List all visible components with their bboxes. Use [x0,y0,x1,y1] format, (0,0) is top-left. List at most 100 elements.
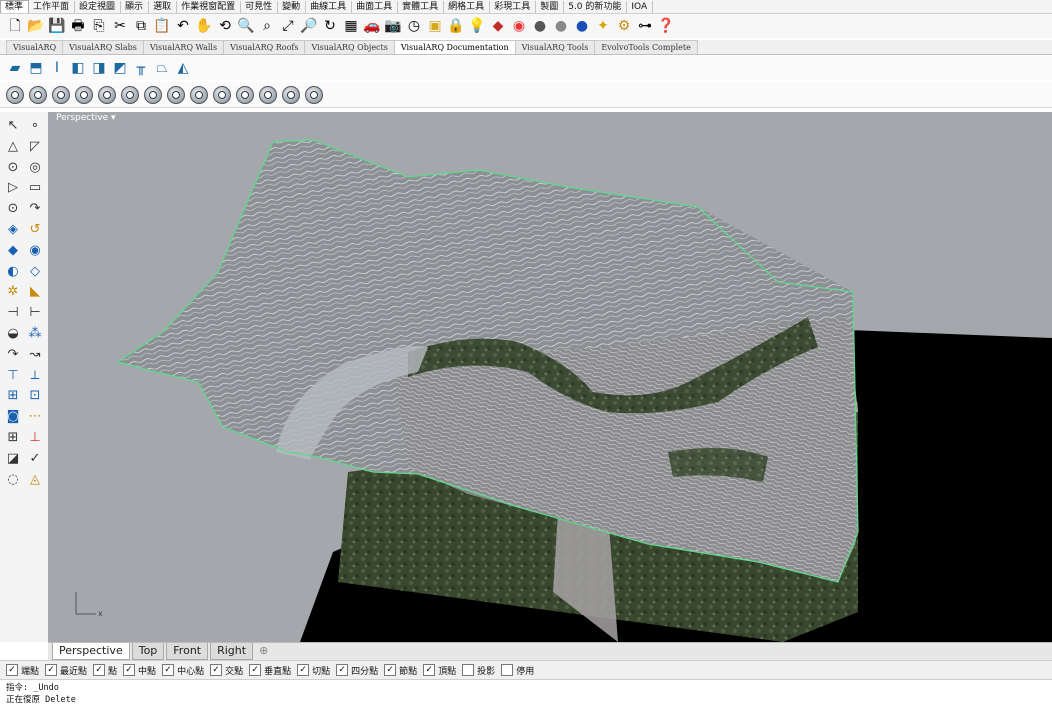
rotate-3d-icon[interactable]: ↻ [321,17,339,35]
osnap-option[interactable]: ✓ 點 [93,664,117,677]
osnap-checkbox[interactable] [501,664,514,676]
osnap-option[interactable]: 投影 [462,664,495,677]
solid-box-icon[interactable]: ◆ [4,242,22,260]
zoom-selected-icon[interactable]: 🔎 [300,17,318,35]
evolvo-tool-icon[interactable] [213,85,231,104]
camera-icon[interactable]: 📷 [384,17,402,35]
osnap-option[interactable]: ✓ 端點 [6,664,39,677]
plugin-tab[interactable]: VisualARQ Documentation [393,40,516,54]
material-icon[interactable]: ◆ [489,17,507,35]
osnap-option[interactable]: ✓ 中心點 [162,664,204,677]
osnap-checkbox[interactable] [462,664,475,676]
zoom-window-icon[interactable]: ⌕ [258,17,276,35]
polygon-icon[interactable]: ▷ [4,179,22,197]
revolve-icon[interactable]: ↺ [26,221,44,239]
menu-item[interactable]: 曲面工具 [352,0,399,13]
terrain-scene[interactable] [48,112,1052,642]
render-icon[interactable]: ◌ [4,471,22,489]
menu-item[interactable]: 網格工具 [444,0,491,13]
clock-icon[interactable]: ◷ [405,17,423,35]
paint-icon[interactable]: ◬ [26,471,44,489]
sphere-icon[interactable]: ◉ [26,242,44,260]
curve-icon[interactable]: ◸ [26,138,44,156]
osnap-option[interactable]: ✓ 節點 [384,664,417,677]
fillet-curve-icon[interactable]: ↷ [26,200,44,218]
dimension-icon[interactable]: ⟂ [26,367,44,385]
osnap-option[interactable]: ✓ 最近點 [45,664,87,677]
extrude-icon[interactable]: ◐ [4,263,22,281]
viewport-title[interactable]: Perspective ▾ [52,112,120,124]
check-icon[interactable]: ✓ [26,450,44,468]
osnap-checkbox[interactable]: ✓ [162,664,175,676]
offset-icon[interactable]: ↷ [4,346,22,364]
circle-icon[interactable]: ⊙ [4,159,22,177]
plugin-tab[interactable]: VisualARQ Roofs [223,40,306,54]
mesh-icon[interactable]: ⊞ [4,387,22,405]
join-icon[interactable]: ⊢ [26,304,44,322]
view-tab[interactable]: Right [210,643,254,660]
align-icon[interactable]: ⊥ [26,429,44,447]
evolvo-tool-icon[interactable] [29,85,47,104]
evolvo-tool-icon[interactable] [6,85,24,104]
menu-item[interactable]: 可見性 [241,0,279,13]
window-icon[interactable]: ◨ [90,59,108,77]
menu-item[interactable]: 顯示 [121,0,150,13]
evolvo-tool-icon[interactable] [282,85,300,104]
polyline-icon[interactable]: △ [4,138,22,156]
osnap-checkbox[interactable]: ✓ [123,664,136,676]
grid-icon[interactable]: ▦ [342,17,360,35]
plugin-tab[interactable]: VisualARQ Walls [142,40,225,54]
osnap-option[interactable]: ✓ 頂點 [423,664,456,677]
arc-icon[interactable]: ⊙ [4,200,22,218]
osnap-checkbox[interactable]: ✓ [423,664,436,676]
menu-item[interactable]: 曲線工具 [306,0,353,13]
osnap-option[interactable]: ✓ 四分點 [336,664,378,677]
trim-icon[interactable]: ◣ [26,283,44,301]
text-icon[interactable]: ⊤ [4,367,22,385]
evolvo-tool-icon[interactable] [259,85,277,104]
view-tab[interactable]: Top [131,643,165,660]
menu-item[interactable]: 設定視圖 [75,0,122,13]
menu-item[interactable]: 實體工具 [398,0,445,13]
evolvo-tool-icon[interactable] [305,85,323,104]
osnap-checkbox[interactable]: ✓ [210,664,223,676]
menu-item[interactable]: 選取 [149,0,178,13]
osnap-checkbox[interactable]: ✓ [45,664,58,676]
osnap-option[interactable]: ✓ 中點 [123,664,156,677]
osnap-checkbox[interactable]: ✓ [249,664,262,676]
copy-icon[interactable]: ⧉ [132,17,150,35]
menu-item[interactable]: 工作平面 [29,0,76,13]
rotate-view-icon[interactable]: ⟲ [216,17,234,35]
stair-icon[interactable]: ◩ [111,59,129,77]
wall-icon[interactable]: ▰ [6,59,24,77]
gears-icon[interactable]: ⚙ [615,17,633,35]
plugin-tab[interactable]: VisualARQ Slabs [62,40,144,54]
split-icon[interactable]: ⊣ [4,304,22,322]
plugin-tab[interactable]: VisualARQ [6,40,64,54]
menu-item[interactable]: 作業視窗配置 [177,0,242,13]
boolean-icon[interactable]: ◒ [4,325,22,343]
view-tab[interactable]: Front [166,643,209,660]
help-icon[interactable]: ❓ [657,17,675,35]
door-icon[interactable]: ◧ [69,59,87,77]
print-icon[interactable]: 🖶 [69,17,87,35]
save-icon[interactable]: 💾 [48,17,66,35]
surface-icon[interactable]: ◈ [4,221,22,239]
lock-icon[interactable]: 🔒 [447,17,465,35]
layer-icon[interactable]: ▣ [426,17,444,35]
evolvo-tool-icon[interactable] [75,85,93,104]
flashlight-icon[interactable]: ✦ [594,17,612,35]
column-icon[interactable]: Ⅰ [48,59,66,77]
beam-icon[interactable]: ◭ [174,59,192,77]
analyze-icon[interactable]: ◪ [4,450,22,468]
rectangle-icon[interactable]: ▭ [26,179,44,197]
group-icon[interactable]: ⊡ [26,387,44,405]
osnap-checkbox[interactable]: ✓ [6,664,18,676]
evolvo-tool-icon[interactable] [144,85,162,104]
import-icon[interactable]: ⎘ [90,17,108,35]
menu-item[interactable]: 彩現工具 [490,0,537,13]
plugin-tab[interactable]: VisualARQ Tools [514,40,596,54]
osnap-option[interactable]: 停用 [501,664,534,677]
menu-item[interactable]: IOA [627,0,654,13]
plugin-tab[interactable]: EvolvoTools Complete [594,40,698,54]
